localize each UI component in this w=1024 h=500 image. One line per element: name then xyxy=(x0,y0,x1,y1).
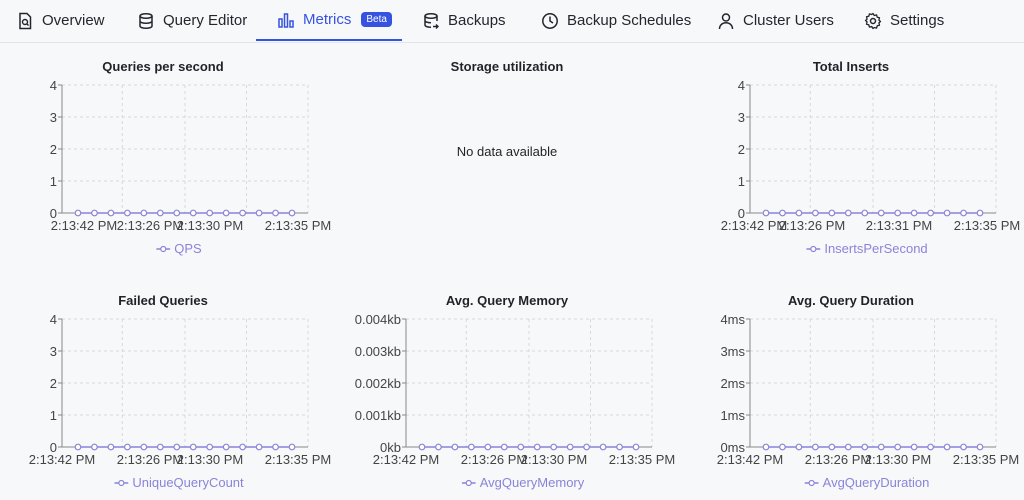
legend-line-icon xyxy=(461,479,476,486)
legend-item[interactable]: QPS xyxy=(156,241,202,256)
data-point xyxy=(811,443,819,451)
y-tick-label: 4ms xyxy=(720,312,745,327)
legend-label: AvgQueryMemory xyxy=(479,475,585,490)
data-point xyxy=(910,443,918,451)
data-point xyxy=(795,443,803,451)
legend-line-icon xyxy=(806,245,821,252)
x-tick-label: 2:13:30 PM xyxy=(865,452,932,467)
legend-item[interactable]: UniqueQueryCount xyxy=(114,475,244,490)
legend-label: AvgQueryDuration xyxy=(822,475,930,490)
data-point xyxy=(861,443,869,451)
legend-label: QPS xyxy=(174,241,202,256)
legend-item[interactable]: AvgQueryMemory xyxy=(461,475,585,490)
legend-label: UniqueQueryCount xyxy=(132,475,244,490)
legend-label: InsertsPerSecond xyxy=(824,241,928,256)
x-tick-label: 2:13:42 PM xyxy=(717,452,784,467)
legend-line-icon xyxy=(114,479,129,486)
data-point xyxy=(943,443,951,451)
data-point xyxy=(762,443,770,451)
data-point xyxy=(877,443,885,451)
data-point xyxy=(894,443,902,451)
data-point xyxy=(927,443,935,451)
legend-line-icon xyxy=(156,245,171,252)
data-point xyxy=(828,443,836,451)
legend-line-icon xyxy=(804,479,819,486)
y-tick-label: 2ms xyxy=(720,376,745,391)
data-point xyxy=(960,443,967,451)
data-point xyxy=(779,443,786,451)
data-point xyxy=(976,443,984,451)
x-tick-label: 2:13:26 PM xyxy=(805,452,872,467)
legend-item[interactable]: InsertsPerSecond xyxy=(806,241,928,256)
data-point xyxy=(844,443,852,451)
x-tick-label: 2:13:35 PM xyxy=(953,452,1020,467)
y-tick-label: 1ms xyxy=(720,408,745,423)
legend-item[interactable]: AvgQueryDuration xyxy=(804,475,930,490)
y-tick-label: 3ms xyxy=(720,344,745,359)
